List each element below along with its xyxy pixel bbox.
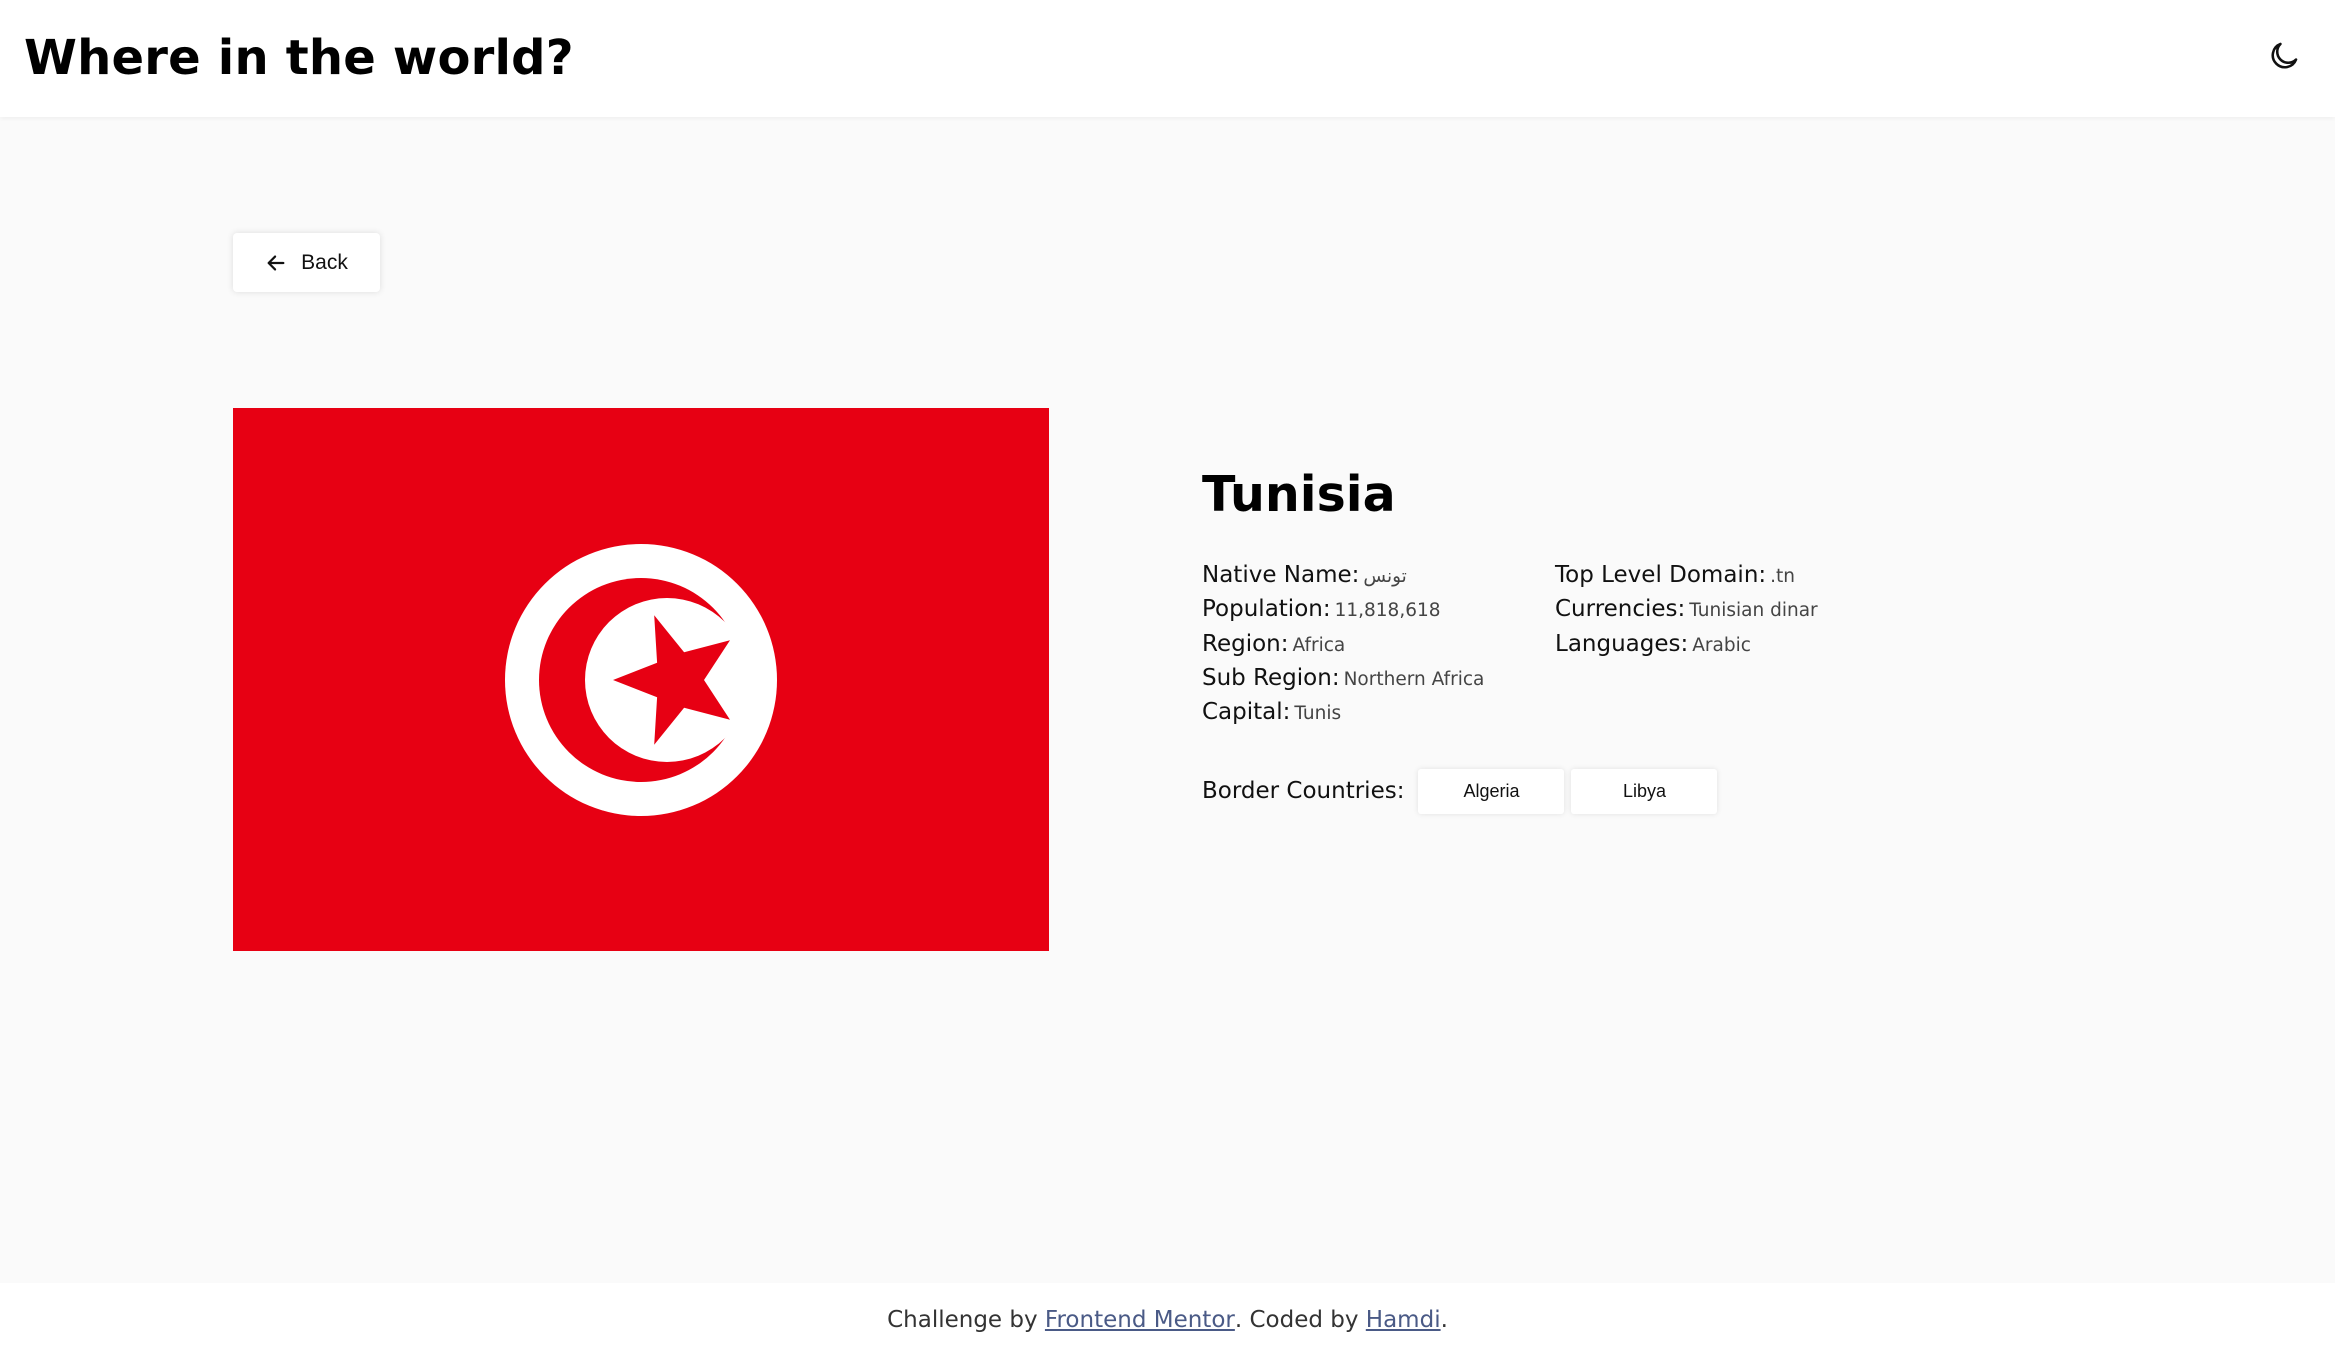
back-button[interactable]: Back: [233, 233, 380, 292]
back-button-label: Back: [301, 250, 348, 274]
footer-middle: . Coded by: [1234, 1306, 1366, 1333]
detail-value: تونس: [1363, 566, 1407, 587]
app-title: Where in the world?: [24, 30, 574, 86]
detail-label: Native Name:: [1202, 562, 1360, 588]
detail-capital: Capital: Tunis: [1202, 695, 1484, 729]
detail-value: Africa: [1292, 634, 1346, 656]
border-country-algeria[interactable]: Algeria: [1418, 768, 1565, 814]
theme-toggle-button[interactable]: [2266, 38, 2302, 74]
moon-icon: [2267, 39, 2301, 73]
detail-value: .tn: [1770, 566, 1796, 587]
footer: Challenge by Frontend Mentor. Coded by H…: [0, 1283, 2335, 1356]
arrow-left-icon: [265, 252, 287, 274]
detail-region: Region: Africa: [1202, 627, 1484, 661]
footer-prefix: Challenge by: [887, 1306, 1045, 1333]
border-countries: Border Countries: Algeria Libya: [1202, 768, 1724, 814]
detail-label: Population:: [1202, 596, 1331, 623]
frontend-mentor-link[interactable]: Frontend Mentor: [1045, 1307, 1235, 1333]
detail-label: Currencies:: [1555, 596, 1686, 623]
details-secondary: Top Level Domain: .tn Currencies: Tunisian…: [1555, 558, 1818, 661]
detail-currencies: Currencies: Tunisian dinar: [1555, 592, 1818, 626]
detail-population: Population: 11,818,618: [1202, 592, 1484, 626]
detail-label: Region:: [1202, 630, 1289, 657]
footer-suffix: .: [1440, 1306, 1448, 1333]
detail-top-level-domain: Top Level Domain: .tn: [1555, 558, 1818, 592]
detail-sub-region: Sub Region: Northern Africa: [1202, 661, 1484, 695]
detail-label: Sub Region:: [1202, 664, 1340, 691]
border-country-libya[interactable]: Libya: [1571, 768, 1718, 814]
details-primary: Native Name: تونس Population: 11,818,618 R…: [1202, 558, 1484, 729]
country-flag: [233, 408, 1049, 951]
detail-label: Capital:: [1202, 699, 1291, 726]
country-name: Tunisia: [1202, 466, 1396, 523]
detail-languages: Languages: Arabic: [1555, 627, 1818, 661]
author-link[interactable]: Hamdi: [1366, 1307, 1441, 1333]
border-countries-label: Border Countries:: [1202, 778, 1405, 804]
detail-label: Top Level Domain:: [1555, 562, 1767, 588]
detail-value: Tunisian dinar: [1689, 600, 1818, 622]
detail-value: Northern Africa: [1343, 668, 1485, 690]
detail-value: 11,818,618: [1334, 600, 1441, 622]
detail-label: Languages:: [1555, 630, 1689, 657]
detail-native-name: Native Name: تونس: [1202, 558, 1484, 592]
detail-value: Tunis: [1294, 703, 1342, 725]
top-header: Where in the world?: [0, 0, 2335, 117]
detail-value: Arabic: [1692, 634, 1751, 656]
